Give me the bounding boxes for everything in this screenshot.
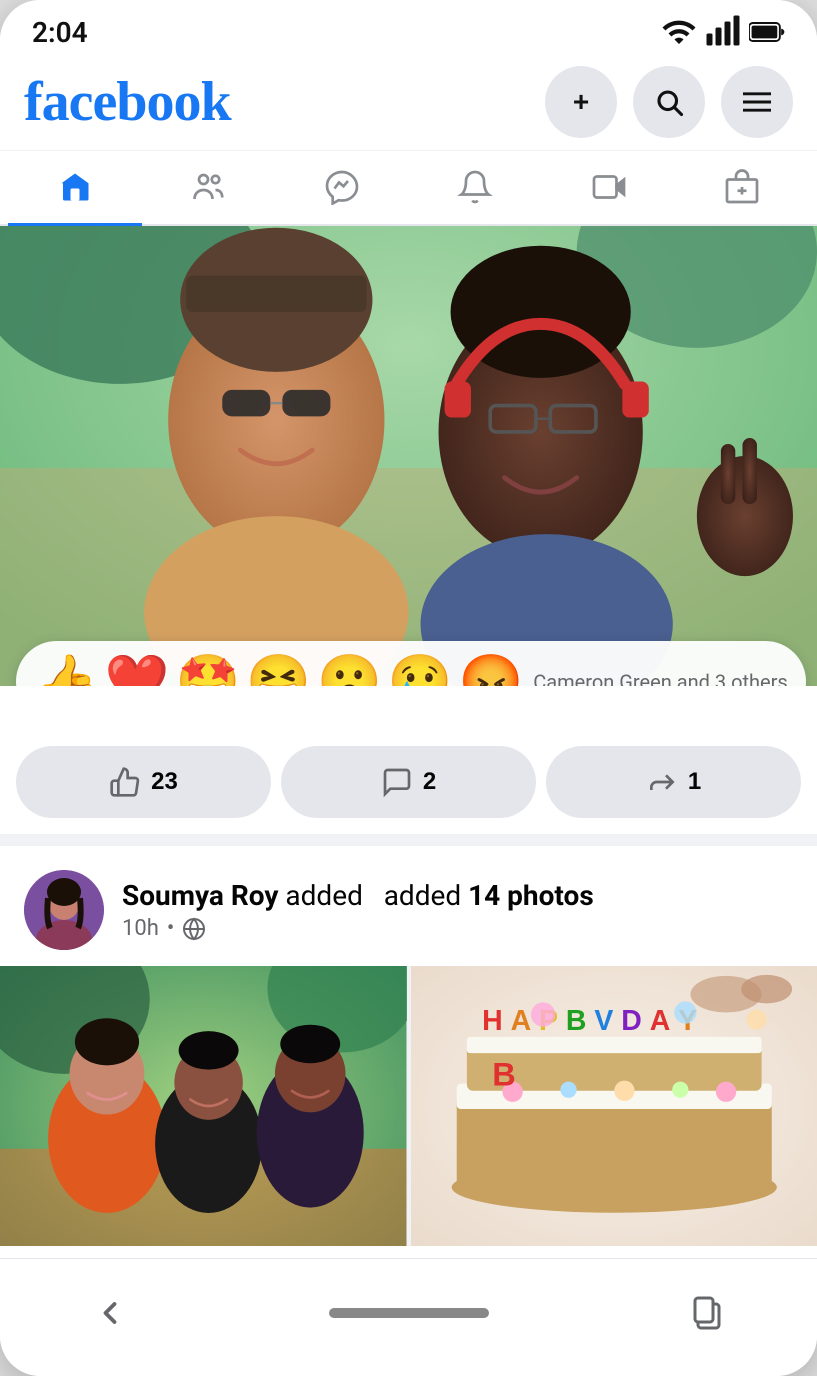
globe-icon	[182, 917, 206, 941]
nav-tabs	[0, 151, 817, 226]
post-card-2: Soumya Roy added added added 14 photos 1…	[0, 846, 817, 1246]
tab-video[interactable]	[542, 151, 676, 226]
tab-messenger[interactable]	[275, 151, 409, 226]
reaction-bar: 👍 ❤️ 🤩 😆 😮 😢 😡 Cameron Green and 3 other…	[16, 641, 806, 686]
search-button[interactable]	[633, 66, 705, 138]
header-actions: +	[545, 66, 793, 138]
reactions-summary: Cameron Green and 3 others	[533, 670, 788, 687]
tab-friends[interactable]	[142, 151, 276, 226]
post-card-1: 👍 ❤️ 🤩 😆 😮 😢 😡 Cameron Green and 3 other…	[0, 226, 817, 834]
reaction-sad[interactable]: 😢	[388, 651, 453, 686]
rotate-button[interactable]	[677, 1283, 737, 1343]
comment-icon	[381, 766, 413, 798]
tab-marketplace[interactable]	[676, 151, 810, 226]
reaction-wow[interactable]: 😮	[317, 651, 382, 686]
grid-photo-2: H A P B V D A Y B	[411, 966, 817, 1246]
share-count: 1	[688, 768, 701, 796]
avatar-soumya-svg	[24, 870, 104, 950]
svg-text:B: B	[492, 1057, 515, 1093]
photo-grid-item-1[interactable]	[0, 966, 407, 1246]
status-icons	[661, 14, 785, 50]
photo-grid-item-2[interactable]: H A P B V D A Y B	[411, 966, 817, 1246]
wifi-icon	[661, 14, 697, 50]
thumbs-up-icon	[109, 766, 141, 798]
back-button[interactable]	[80, 1283, 140, 1343]
like-count: 23	[151, 768, 178, 796]
reaction-haha[interactable]: 😆	[246, 651, 311, 686]
grid-photo-1	[0, 966, 407, 1246]
post-image-area: 👍 ❤️ 🤩 😆 😮 😢 😡 Cameron Green and 3 other…	[0, 226, 817, 686]
post2-author: Soumya Roy added added added 14 photos	[122, 879, 793, 912]
phone-frame: 2:04 facebook +	[0, 0, 817, 1376]
reaction-angry[interactable]: 😡	[459, 651, 524, 686]
comment-button[interactable]: 2	[281, 746, 536, 818]
photo-grid: H A P B V D A Y B	[0, 966, 817, 1246]
post2-time: 10h •	[122, 916, 793, 941]
svg-text:H A: H A P B V D A Y	[482, 1005, 697, 1037]
signal-icon	[705, 14, 741, 50]
avatar-soumya	[24, 870, 104, 950]
tab-home[interactable]	[8, 151, 142, 226]
post2-header: Soumya Roy added added added 14 photos 1…	[0, 846, 817, 966]
comment-count: 2	[423, 768, 436, 796]
rotate-icon	[689, 1295, 725, 1331]
home-indicator[interactable]	[329, 1308, 489, 1318]
like-button[interactable]: 23	[16, 746, 271, 818]
add-button[interactable]: +	[545, 66, 617, 138]
tab-notifications[interactable]	[409, 151, 543, 226]
battery-icon	[749, 14, 785, 50]
post-actions: 23 2 1	[0, 694, 817, 834]
reaction-like[interactable]: 👍	[34, 651, 99, 686]
reaction-care[interactable]: 🤩	[176, 651, 241, 686]
facebook-logo: facebook	[24, 74, 231, 130]
share-button[interactable]: 1	[546, 746, 801, 818]
feed: 👍 ❤️ 🤩 😆 😮 😢 😡 Cameron Green and 3 other…	[0, 226, 817, 1246]
bottom-nav	[0, 1258, 817, 1367]
menu-button[interactable]	[721, 66, 793, 138]
post2-meta: Soumya Roy added added added 14 photos 1…	[122, 879, 793, 941]
status-time: 2:04	[32, 16, 88, 49]
status-bar: 2:04	[0, 0, 817, 58]
post-main-image: 👍 ❤️ 🤩 😆 😮 😢 😡 Cameron Green and 3 other…	[0, 226, 817, 686]
post-photo-svg	[0, 226, 817, 686]
reaction-love[interactable]: ❤️	[105, 651, 170, 686]
share-icon	[646, 766, 678, 798]
back-icon	[92, 1295, 128, 1331]
app-header: facebook +	[0, 58, 817, 151]
